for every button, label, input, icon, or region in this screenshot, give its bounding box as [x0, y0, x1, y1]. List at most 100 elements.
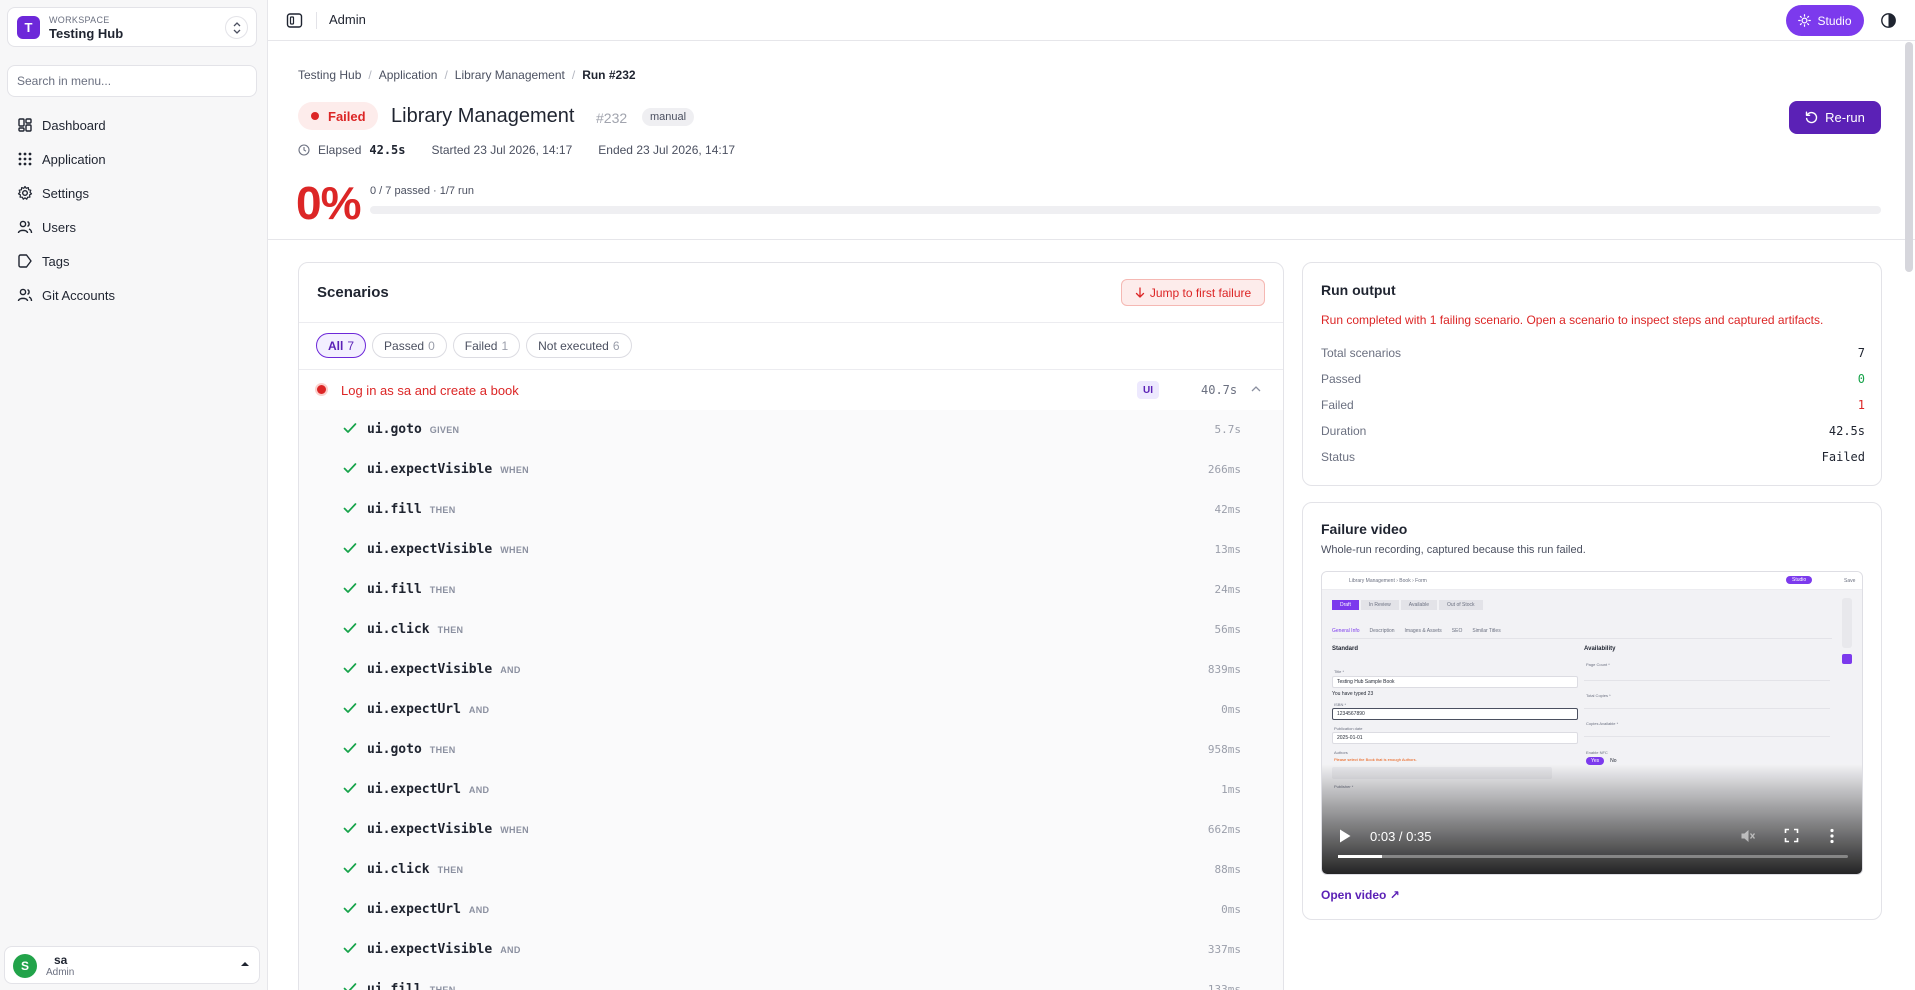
frame-error-text: Please select the Book that is enough Au… — [1334, 757, 1417, 762]
step-keyword: GIVEN — [429, 425, 460, 435]
scenarios-title: Scenarios — [317, 284, 389, 301]
step-duration: 0ms — [1221, 903, 1241, 916]
step-name: ui.expectVisible AND — [367, 662, 521, 677]
users-icon — [17, 288, 33, 302]
step-name: ui.expectUrl AND — [367, 902, 489, 917]
check-icon — [343, 743, 357, 753]
frame-breadcrumb: Library Management › Book › Form — [1349, 578, 1427, 584]
sidebar-nav: Dashboard Application Settings Users Tag… — [7, 108, 257, 312]
user-name: sa — [54, 953, 68, 967]
step-action: ui.fill — [367, 582, 422, 597]
video-controls: 0:03 / 0:35 — [1322, 814, 1862, 874]
theme-toggle-icon[interactable] — [1880, 12, 1897, 29]
avatar: S — [13, 954, 37, 978]
menu-search-input[interactable] — [7, 65, 257, 97]
filter-count: 6 — [612, 338, 620, 353]
video-scrubber[interactable] — [1338, 855, 1848, 858]
stat-label: Duration — [1321, 424, 1367, 438]
more-vertical-icon[interactable] — [1829, 828, 1835, 844]
run-output-card: Run output Run completed with 1 failing … — [1302, 262, 1882, 486]
step-keyword: THEN — [429, 745, 456, 755]
step-row[interactable]: ui.click THEN 56ms — [299, 610, 1283, 650]
sidebar-item-dashboard[interactable]: Dashboard — [7, 108, 257, 142]
frame-studio-button: Studio — [1786, 576, 1813, 584]
step-row[interactable]: ui.expectUrl AND 0ms — [299, 890, 1283, 930]
scenario-filters: All 7 Passed 0 Failed 1 Not executed 6 — [316, 333, 632, 358]
check-icon — [343, 583, 357, 593]
sidebar-toggle-icon[interactable] — [286, 12, 303, 29]
refresh-icon — [1805, 111, 1818, 124]
check-icon — [343, 543, 357, 553]
filter-passed[interactable]: Passed 0 — [372, 333, 447, 358]
step-row[interactable]: ui.expectUrl AND 0ms — [299, 690, 1283, 730]
sidebar-item-settings[interactable]: Settings — [7, 176, 257, 210]
step-row[interactable]: ui.expectVisible AND 337ms — [299, 930, 1283, 970]
volume-mute-icon[interactable] — [1740, 828, 1756, 844]
frame-side-rail — [1842, 598, 1852, 648]
filter-all[interactable]: All 7 — [316, 333, 367, 358]
step-name: ui.expectVisible WHEN — [367, 822, 529, 837]
topbar: Admin Studio — [268, 0, 1915, 41]
workspace-logo: T — [17, 16, 40, 39]
step-row[interactable]: ui.expectVisible WHEN 662ms — [299, 810, 1283, 850]
sidebar-item-tags[interactable]: Tags — [7, 244, 257, 278]
chevron-up-icon[interactable] — [1251, 385, 1261, 392]
page-scrollbar[interactable] — [1905, 42, 1913, 272]
step-duration: 1ms — [1221, 783, 1241, 796]
stat-label: Status — [1321, 450, 1356, 464]
frame-section: Standard — [1332, 646, 1359, 652]
chevron-up-down-icon[interactable] — [225, 16, 248, 39]
stat-value: 7 — [1857, 346, 1865, 360]
step-row[interactable]: ui.expectVisible AND 839ms — [299, 650, 1283, 690]
rerun-button[interactable]: Re-run — [1789, 101, 1881, 134]
step-keyword: WHEN — [500, 465, 529, 475]
stat-value: 0 — [1857, 372, 1865, 386]
frame-label: Title * — [1334, 669, 1345, 674]
step-row[interactable]: ui.goto GIVEN 5.7s — [299, 410, 1283, 450]
step-row[interactable]: ui.fill THEN 24ms — [299, 570, 1283, 610]
step-row[interactable]: ui.fill THEN 42ms — [299, 490, 1283, 530]
sidebar-item-application[interactable]: Application — [7, 142, 257, 176]
status-badge: Failed — [298, 102, 378, 130]
step-row[interactable]: ui.goto THEN 958ms — [299, 730, 1283, 770]
scenario-type-badge: UI — [1137, 381, 1159, 399]
stat-label: Total scenarios — [1321, 346, 1402, 360]
scenario-row[interactable]: Log in as sa and create a book UI 40.7s — [299, 370, 1283, 410]
step-row[interactable]: ui.expectVisible WHEN 13ms — [299, 530, 1283, 570]
studio-button-label: Studio — [1817, 13, 1852, 28]
step-row[interactable]: ui.expectUrl AND 1ms — [299, 770, 1283, 810]
open-video-link[interactable]: Open video ↗ — [1321, 888, 1400, 902]
breadcrumb-link[interactable]: Application — [379, 68, 438, 82]
stat-row: Passed 0 — [1321, 372, 1865, 392]
run-header: Testing Hub / Application / Library Mana… — [268, 42, 1915, 240]
video-player[interactable]: Library Management › Book › Form Studio … — [1321, 571, 1863, 875]
gear-icon — [17, 185, 33, 200]
run-number: #232 — [596, 110, 628, 126]
step-name: ui.expectVisible AND — [367, 942, 521, 957]
breadcrumb-link[interactable]: Library Management — [455, 68, 565, 82]
frame-field: 2025-01-01 — [1332, 732, 1578, 744]
jump-to-failure-button[interactable]: Jump to first failure — [1121, 279, 1265, 306]
sidebar-item-label: Tags — [42, 253, 70, 269]
progress-summary: 0 / 7 passed · 1/7 run — [370, 185, 474, 197]
filter-failed[interactable]: Failed 1 — [452, 333, 521, 358]
step-row[interactable]: ui.fill THEN 133ms — [299, 970, 1283, 990]
step-keyword: THEN — [437, 625, 464, 635]
step-action: ui.expectUrl — [367, 782, 461, 797]
sidebar-item-users[interactable]: Users — [7, 210, 257, 244]
breadcrumb-link[interactable]: Testing Hub — [298, 68, 361, 82]
frame-side-button — [1842, 654, 1852, 664]
video-time: 0:03 / 0:35 — [1370, 829, 1432, 844]
workspace-switcher[interactable]: T WORKSPACE Testing Hub — [7, 7, 257, 47]
stat-value: 42.5s — [1828, 424, 1865, 438]
play-icon[interactable] — [1338, 828, 1352, 844]
stat-label: Passed — [1321, 372, 1362, 386]
step-duration: 266ms — [1207, 463, 1241, 476]
step-row[interactable]: ui.expectVisible WHEN 266ms — [299, 450, 1283, 490]
user-menu[interactable]: S sa Admin — [4, 946, 260, 984]
step-row[interactable]: ui.click THEN 88ms — [299, 850, 1283, 890]
filter-not-executed[interactable]: Not executed 6 — [526, 333, 632, 358]
fullscreen-icon[interactable] — [1784, 828, 1799, 843]
studio-button[interactable]: Studio — [1786, 5, 1864, 36]
sidebar-item-git-accounts[interactable]: Git Accounts — [7, 278, 257, 312]
